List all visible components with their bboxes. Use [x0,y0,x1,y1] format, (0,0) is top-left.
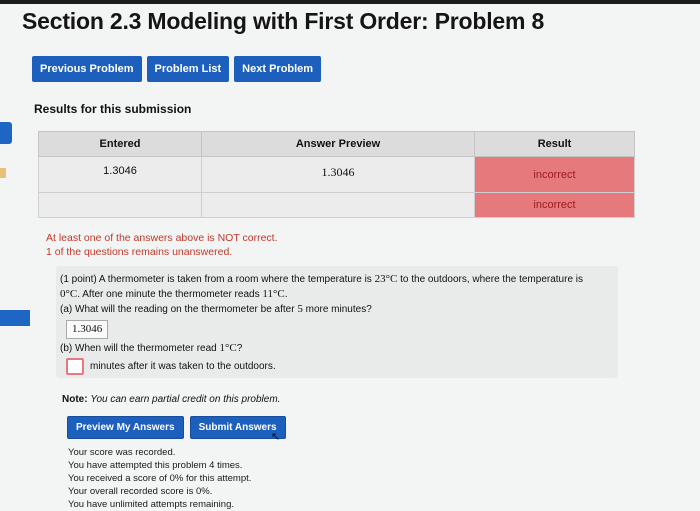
problem-text: to the outdoors, where the temperature i… [400,274,584,285]
table-row: incorrect [38,192,635,218]
left-edge-tab-2 [0,310,30,326]
results-heading: Results for this submission [34,102,192,116]
problem-text: (b) When will the thermometer read [60,343,217,354]
next-problem-button[interactable]: Next Problem [234,56,322,82]
math-reading-temperature: 11°C [262,288,285,300]
part-b-question: (b) When will the thermometer read 1°C? [60,341,614,356]
math-outdoor-temperature: 0°C [60,288,78,300]
problem-text: . After one minute the thermometer reads [77,289,260,300]
problem-list-button[interactable]: Problem List [146,56,230,82]
problem-text: more minutes? [305,304,372,315]
column-header-answer-preview: Answer Preview [201,131,475,157]
answer-b-input[interactable] [66,358,84,375]
status-line: Your score was recorded. [68,447,176,458]
status-line: You have unlimited attempts remaining. [68,499,234,510]
part-b-answer-line: minutes after it was taken to the outdoo… [60,356,614,377]
problem-text: . [284,289,288,300]
note-text: You can earn partial credit on this prob… [90,394,281,405]
problem-intro: (1 point) A thermometer is taken from a … [60,272,614,302]
status-line: Your overall recorded score is 0%. [68,486,213,497]
submission-status: Your score was recorded. You have attemp… [68,446,251,511]
answer-preview-cell: 1.3046 [201,156,475,193]
problem-navigation: Previous Problem Problem List Next Probl… [32,56,322,82]
page-title: Section 2.3 Modeling with First Order: P… [22,8,545,34]
math-minutes: 5 [297,303,303,315]
left-edge-tab [0,122,12,144]
entered-cell: 1.3046 [38,156,202,193]
previous-problem-button[interactable]: Previous Problem [32,56,142,82]
mouse-cursor-icon: ↖ [271,431,281,443]
column-header-result: Result [474,131,635,157]
warning-unanswered: 1 of the questions remains unanswered. [46,246,233,258]
problem-text: ? [236,343,243,354]
table-row: 1.3046 1.3046 incorrect [38,156,635,193]
column-header-entered: Entered [38,131,202,157]
answer-preview-cell [201,192,475,218]
warning-messages: At least one of the answers above is NOT… [46,231,278,259]
partial-credit-note: Note: You can earn partial credit on thi… [62,394,280,405]
math-room-temperature: 23°C [374,273,398,285]
window-top-bar [0,0,700,4]
problem-text: (1 point) A thermometer is taken from a … [60,274,372,285]
result-cell-incorrect: incorrect [474,192,635,218]
entered-cell [38,192,202,218]
preview-answers-button[interactable]: Preview My Answers [67,416,184,439]
math-target-temperature: 1°C [219,342,237,354]
left-edge-marker [0,168,6,178]
answer-b-suffix: minutes after it was taken to the outdoo… [90,361,276,372]
submission-buttons: Preview My Answers Submit Answers [67,416,286,439]
results-table: Entered Answer Preview Result 1.3046 1.3… [38,131,635,218]
result-cell-incorrect: incorrect [474,156,635,193]
answer-a-input[interactable]: 1.3046 [66,320,109,339]
part-a-question: (a) What will the reading on the thermom… [60,302,614,317]
status-line: You have attempted this problem 4 times. [68,460,243,471]
problem-statement: (1 point) A thermometer is taken from a … [56,266,618,378]
note-label: Note: [62,394,88,405]
problem-text: (a) What will the reading on the thermom… [60,304,295,315]
status-line: You received a score of 0% for this atte… [68,473,252,484]
warning-not-correct: At least one of the answers above is NOT… [46,232,278,244]
